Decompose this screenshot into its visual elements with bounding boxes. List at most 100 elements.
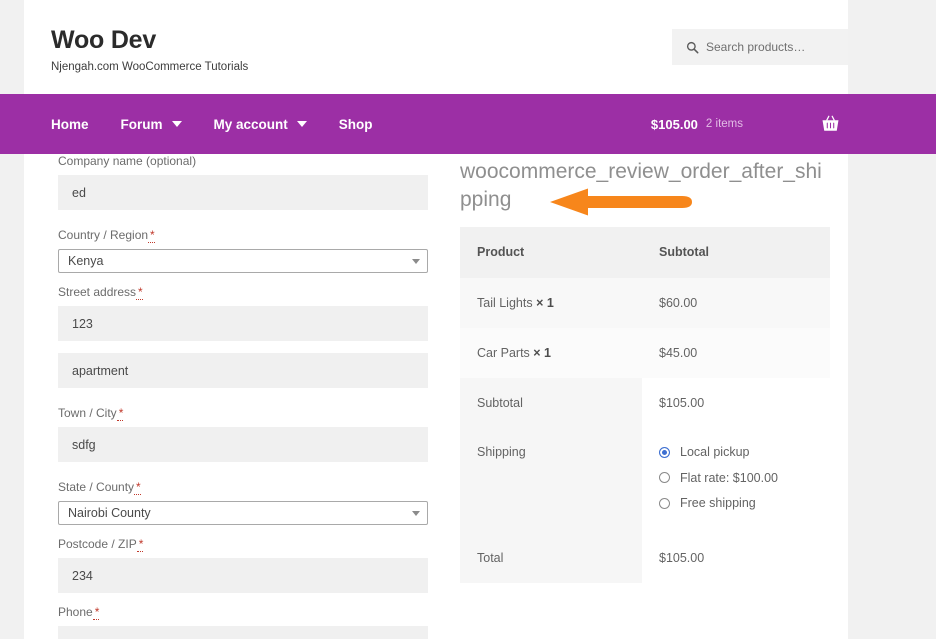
order-review: woocommerce_review_order_after_shipping … — [460, 154, 830, 584]
postcode-zip-input[interactable] — [58, 558, 428, 593]
field-label: Street address * — [58, 285, 428, 300]
country-region-value: Kenya — [68, 254, 104, 268]
page-root: Woo Dev Njengah.com WooCommerce Tutorial… — [0, 0, 936, 639]
state-county-select[interactable]: Nairobi County — [58, 501, 428, 525]
order-item-name: Car Parts — [477, 345, 530, 360]
cart-item-count: 2 items — [705, 118, 743, 130]
nav-inner: Home Forum My account Shop $105.00 2 ite… — [24, 94, 848, 154]
annotation-left-arrow-icon — [550, 188, 692, 216]
field-postcode-zip: Postcode / ZIP * — [58, 537, 428, 593]
order-total-row: Total $105.00 — [460, 533, 830, 584]
cart-button[interactable] — [821, 94, 840, 154]
field-address-line-2 — [58, 353, 428, 388]
nav-item-forum[interactable]: Forum — [121, 117, 182, 132]
nav-item-label: My account — [213, 116, 288, 132]
nav-item-my-account[interactable]: My account — [214, 117, 307, 132]
field-label: Company name (optional) — [58, 154, 197, 168]
required-marker: * — [116, 406, 124, 421]
order-shipping-options-cell: Local pickup Flat rate: $100.00 Free shi… — [642, 428, 830, 534]
order-review-table: Product Subtotal Tail Lights × 1 $60.00 — [460, 227, 830, 584]
field-state-county: State / County * Nairobi County — [58, 480, 428, 525]
nav-item-label: Home — [51, 116, 89, 132]
cart-summary[interactable]: $105.00 2 items — [651, 94, 743, 154]
shopping-basket-icon — [822, 115, 839, 131]
billing-form: Company name (optional) Country / Region… — [58, 154, 428, 639]
chevron-down-icon — [296, 121, 307, 127]
nav-item-home[interactable]: Home — [51, 117, 89, 132]
shipping-option-label: Free shipping — [680, 495, 756, 510]
required-marker: * — [148, 228, 155, 243]
field-company-name: Company name (optional) — [58, 154, 428, 210]
site-header: Woo Dev Njengah.com WooCommerce Tutorial… — [24, 0, 848, 94]
order-total-value: $105.00 — [642, 533, 830, 584]
field-label: Postcode / ZIP * — [58, 537, 428, 552]
site-tagline: Njengah.com WooCommerce Tutorials — [51, 60, 249, 73]
primary-navigation: Home Forum My account Shop $105.00 2 ite… — [0, 94, 936, 154]
order-item-qty: × 1 — [533, 345, 552, 360]
order-item-qty: × 1 — [536, 295, 554, 310]
shipping-option-label: Local pickup — [680, 445, 750, 460]
town-city-input[interactable] — [58, 427, 428, 462]
table-row: Car Parts × 1 $45.00 — [460, 327, 830, 379]
shipping-option-flat-rate[interactable]: Flat rate: $100.00 — [659, 470, 830, 486]
order-table-head: Product Subtotal — [460, 227, 830, 278]
site-branding[interactable]: Woo Dev Njengah.com WooCommerce Tutorial… — [51, 26, 249, 74]
order-item-subtotal: $45.00 — [659, 345, 698, 360]
field-label: Phone * — [58, 605, 428, 620]
field-phone: Phone * — [58, 605, 428, 639]
apartment-input[interactable] — [58, 353, 428, 388]
phone-input[interactable] — [58, 626, 428, 639]
site-title: Woo Dev — [51, 26, 157, 54]
column-header-subtotal: Subtotal — [659, 245, 709, 260]
nav-item-label: Shop — [338, 116, 373, 132]
nav-item-shop[interactable]: Shop — [339, 117, 373, 132]
nav-links: Home Forum My account Shop — [51, 94, 373, 154]
order-item-subtotal: $60.00 — [659, 295, 698, 310]
field-label: Town / City * — [58, 406, 428, 421]
required-marker: * — [136, 537, 144, 552]
chevron-down-icon — [171, 121, 182, 127]
hook-title: woocommerce_review_order_after_shipping — [460, 158, 830, 216]
field-label-text: Country / Region — [58, 228, 149, 242]
state-county-value: Nairobi County — [68, 506, 151, 520]
hook-title-text: woocommerce_review_order_after_shipping — [460, 160, 822, 211]
company-name-input[interactable] — [58, 175, 428, 210]
required-marker: * — [92, 605, 100, 620]
order-item-name-cell: Tail Lights × 1 — [460, 278, 642, 328]
table-header-row: Product Subtotal — [460, 227, 830, 278]
field-label-text: Street address — [58, 285, 137, 299]
checkout-content: Company name (optional) Country / Region… — [24, 154, 848, 639]
order-subtotal-value: $105.00 — [642, 378, 830, 429]
chevron-down-icon — [412, 510, 420, 516]
order-total-label: Total — [460, 533, 642, 584]
shipping-option-local-pickup[interactable]: Local pickup — [659, 444, 830, 460]
field-street-address: Street address * — [58, 285, 428, 341]
order-subtotal-row: Subtotal $105.00 — [460, 378, 830, 429]
field-town-city: Town / City * — [58, 406, 428, 462]
field-label-text: State / County — [58, 480, 135, 494]
field-label: State / County * — [58, 480, 428, 495]
required-marker: * — [136, 285, 143, 300]
order-item-name: Tail Lights — [477, 295, 533, 310]
field-country-region: Country / Region * Kenya — [58, 228, 428, 273]
shipping-option-free-shipping[interactable]: Free shipping — [659, 495, 830, 511]
field-label: Country / Region * — [58, 228, 428, 243]
order-subtotal-label: Subtotal — [460, 378, 642, 429]
radio-unselected-icon[interactable] — [659, 472, 670, 484]
cart-total-amount: $105.00 — [650, 116, 698, 132]
order-table-body: Tail Lights × 1 $60.00 Car Parts × 1 $45… — [460, 277, 830, 584]
country-region-select[interactable]: Kenya — [58, 249, 428, 273]
order-shipping-row: Shipping Local pickup Flat rate: $100.00 — [460, 428, 830, 534]
required-marker: * — [134, 480, 141, 495]
column-header-product: Product — [477, 245, 525, 260]
field-label-text: Postcode / ZIP — [58, 537, 137, 551]
chevron-down-icon — [412, 258, 420, 264]
street-address-input[interactable] — [58, 306, 428, 341]
radio-selected-icon[interactable] — [659, 447, 670, 459]
table-row: Tail Lights × 1 $60.00 — [460, 277, 830, 328]
search-input[interactable] — [706, 40, 846, 54]
product-search-box[interactable] — [672, 29, 848, 65]
order-shipping-label: Shipping — [460, 428, 642, 534]
radio-unselected-icon[interactable] — [659, 497, 670, 509]
order-item-name-cell: Car Parts × 1 — [460, 328, 642, 378]
